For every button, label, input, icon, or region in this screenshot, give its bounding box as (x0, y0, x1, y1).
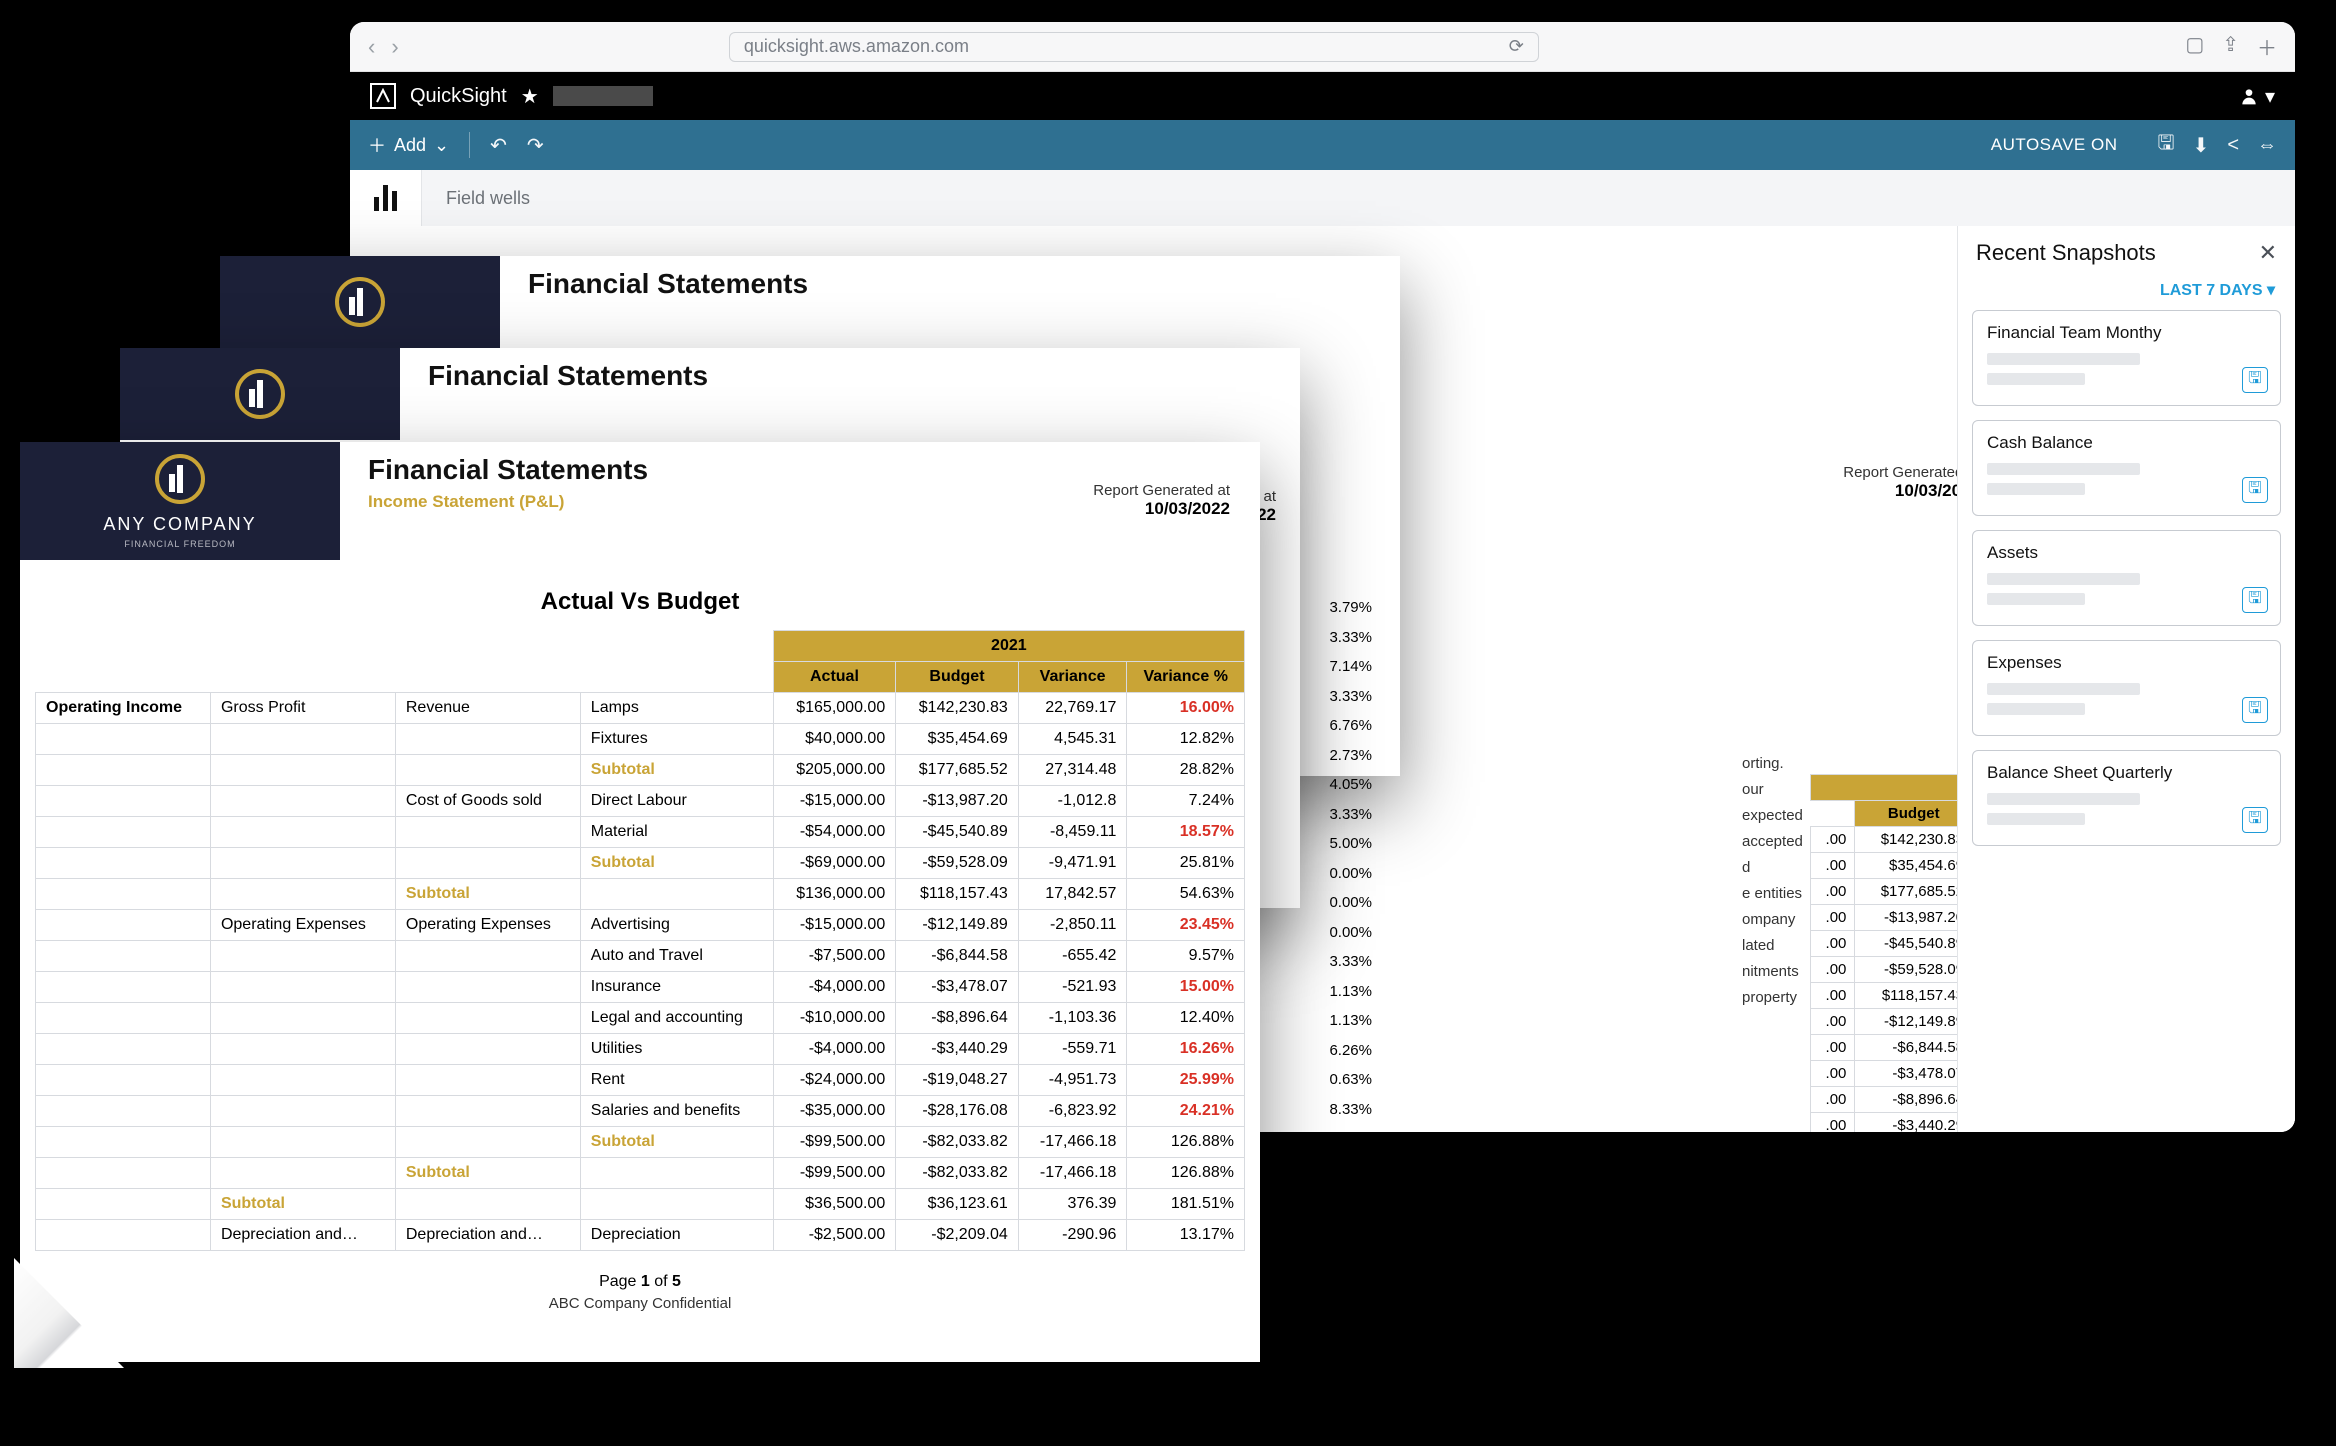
financial-table: 2021ActualBudgetVarianceVariance % Opera… (35, 630, 1245, 1251)
generated-label: Report Generated at (1093, 482, 1230, 499)
panel-title: Recent Snapshots (1976, 240, 2156, 266)
fullscreen-icon[interactable]: ⇔ (2257, 134, 2277, 157)
table-row: Subtotal $136,000.00 $118,157.43 17,842.… (36, 879, 1245, 910)
save-snapshot-icon[interactable]: 🖫 (2242, 367, 2268, 393)
new-tab-icon[interactable]: ＋ (2257, 32, 2277, 61)
chevron-down-icon: ⌄ (434, 135, 449, 156)
quicksight-logo-icon (370, 83, 396, 109)
plus-icon: ＋ (368, 132, 386, 158)
product-name: QuickSight (410, 85, 507, 108)
section-heading: Actual Vs Budget (20, 588, 1260, 616)
snapshot-title: Financial Team Monthy (1987, 323, 2266, 343)
table-row: Legal and accounting -$10,000.00 -$8,896… (36, 1003, 1245, 1034)
table-row: Operating Expenses Operating Expenses Ad… (36, 910, 1245, 941)
table-row: Auto and Travel -$7,500.00 -$6,844.58 -6… (36, 941, 1245, 972)
reload-icon[interactable]: ⟳ (1509, 36, 1524, 57)
close-icon[interactable]: ✕ (2259, 240, 2277, 266)
browser-toolbar: ‹ › quicksight.aws.amazon.com ⟳ ▢ ⇪ ＋ (350, 22, 2295, 72)
snapshot-card[interactable]: Balance Sheet Quarterly 🖫 (1972, 750, 2281, 846)
user-menu[interactable]: ▾ (2239, 84, 2275, 109)
confidential-label: ABC Company Confidential (20, 1295, 1260, 1312)
report-subtitle: Income Statement (P&L) (368, 492, 648, 512)
report-page-front: ANY COMPANY FINANCIAL FREEDOM Financial … (20, 442, 1260, 1362)
report-title: Financial Statements (428, 360, 708, 392)
table-row: Depreciation and… Depreciation and… Depr… (36, 1220, 1245, 1251)
time-range-filter[interactable]: LAST 7 DAYS ▾ (1958, 280, 2295, 310)
snapshot-card[interactable]: Cash Balance 🖫 (1972, 420, 2281, 516)
snapshot-title: Expenses (1987, 653, 2266, 673)
report-title: Financial Statements (368, 454, 648, 486)
autosave-status: AUTOSAVE ON (1991, 135, 2118, 155)
table-row: Cost of Goods sold Direct Labour -$15,00… (36, 786, 1245, 817)
background-text-fragments: orting.ourexpectedacceptedde entitiesomp… (1742, 751, 1828, 1011)
dashboard-name-redacted (553, 86, 653, 106)
table-row: Insurance -$4,000.00 -$3,478.07 -521.93 … (36, 972, 1245, 1003)
undo-icon[interactable]: ↶ (490, 133, 507, 158)
forward-icon[interactable]: › (391, 34, 398, 60)
caret-down-icon: ▾ (2267, 282, 2275, 299)
redo-icon[interactable]: ↷ (527, 133, 544, 158)
export-icon[interactable]: ⬇ (2193, 133, 2210, 158)
recent-snapshots-panel: Recent Snapshots ✕ LAST 7 DAYS ▾ Financi… (1957, 226, 2295, 1132)
snapshot-title: Cash Balance (1987, 433, 2266, 453)
background-report-meta: Report Generated at 10/03/2022 (1630, 464, 2010, 644)
url-text: quicksight.aws.amazon.com (744, 36, 969, 57)
table-row: Subtotal -$99,500.00 -$82,033.82 -17,466… (36, 1127, 1245, 1158)
add-button[interactable]: ＋ Add ⌄ (368, 132, 470, 158)
generated-label: Report Generated at (1630, 464, 1980, 481)
save-snapshot-icon[interactable]: 🖫 (2242, 587, 2268, 613)
company-tagline: FINANCIAL FREEDOM (124, 539, 235, 549)
address-bar[interactable]: quicksight.aws.amazon.com ⟳ (729, 32, 1539, 62)
back-icon[interactable]: ‹ (368, 34, 375, 60)
table-row: Subtotal -$99,500.00 -$82,033.82 -17,466… (36, 1158, 1245, 1189)
company-logo (220, 256, 500, 348)
table-row: Salaries and benefits -$35,000.00 -$28,1… (36, 1096, 1245, 1127)
editor-toolbar: ＋ Add ⌄ ↶ ↷ AUTOSAVE ON 🖫 ⬇ < ⇔ (350, 120, 2295, 170)
generated-date: 10/03/2022 (1630, 481, 1980, 501)
page-indicator: Page 1 of 5 (20, 1273, 1260, 1291)
caret-down-icon: ▾ (2265, 84, 2275, 109)
save-snapshot-icon[interactable]: 🖫 (2242, 807, 2268, 833)
tabs-icon[interactable]: ▢ (2185, 32, 2204, 61)
save-snapshot-icon[interactable]: 🖫 (2242, 697, 2268, 723)
background-variance-column: 3.79%3.33%7.14%3.33%6.76%2.73%4.05%3.33%… (1272, 593, 1372, 1124)
snapshot-card[interactable]: Assets 🖫 (1972, 530, 2281, 626)
bar-chart-icon (374, 185, 397, 211)
company-logo (120, 348, 400, 440)
add-label: Add (394, 135, 426, 156)
save-icon[interactable]: 🖫 (2158, 128, 2175, 162)
field-wells-bar: Field wells (350, 170, 2295, 226)
report-footer: Page 1 of 5 ABC Company Confidential (20, 1273, 1260, 1312)
snapshot-card[interactable]: Expenses 🖫 (1972, 640, 2281, 736)
snapshot-card[interactable]: Financial Team Monthy 🖫 (1972, 310, 2281, 406)
table-row: Subtotal $205,000.00 $177,685.52 27,314.… (36, 755, 1245, 786)
snapshot-title: Balance Sheet Quarterly (1987, 763, 2266, 783)
table-row: Material -$54,000.00 -$45,540.89 -8,459.… (36, 817, 1245, 848)
table-row: Fixtures $40,000.00 $35,454.69 4,545.31 … (36, 724, 1245, 755)
visual-type-tab[interactable] (350, 170, 422, 226)
field-wells-label[interactable]: Field wells (422, 170, 2295, 226)
user-icon (2239, 86, 2259, 106)
share-icon[interactable]: < (2227, 134, 2239, 157)
table-row: Subtotal -$69,000.00 -$59,528.09 -9,471.… (36, 848, 1245, 879)
company-name: ANY COMPANY (103, 514, 256, 535)
table-row: Subtotal $36,500.00 $36,123.61 376.39 18… (36, 1189, 1245, 1220)
table-row: Operating Income Gross Profit Revenue La… (36, 693, 1245, 724)
report-title: Financial Statements (528, 268, 808, 300)
share-icon[interactable]: ⇪ (2222, 32, 2239, 61)
save-snapshot-icon[interactable]: 🖫 (2242, 477, 2268, 503)
table-row: Rent -$24,000.00 -$19,048.27 -4,951.73 2… (36, 1065, 1245, 1096)
company-logo: ANY COMPANY FINANCIAL FREEDOM (20, 442, 340, 560)
table-row: Utilities -$4,000.00 -$3,440.29 -559.71 … (36, 1034, 1245, 1065)
favorite-icon[interactable]: ★ (521, 84, 539, 109)
quicksight-header: QuickSight ★ ▾ (350, 72, 2295, 120)
generated-date: 10/03/2022 (1093, 499, 1230, 519)
snapshot-title: Assets (1987, 543, 2266, 563)
